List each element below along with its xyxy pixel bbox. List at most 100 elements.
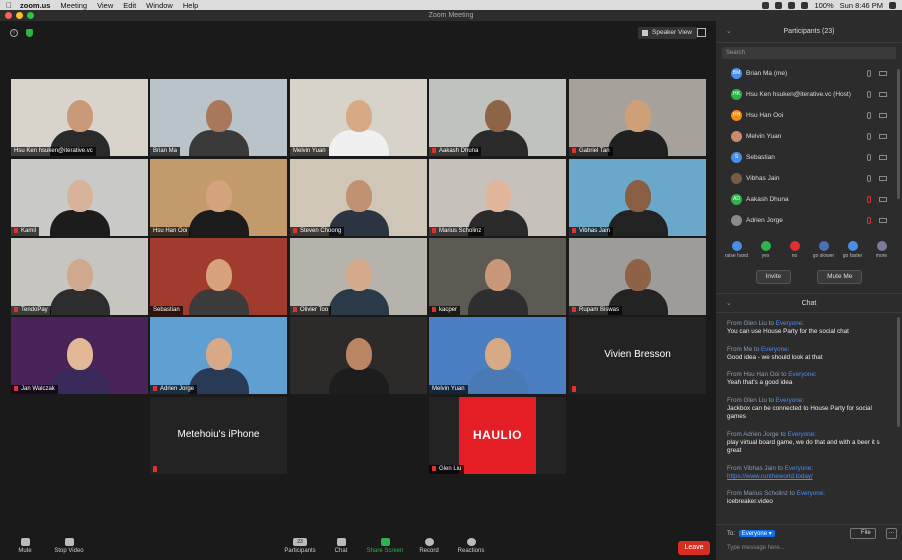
- leave-button[interactable]: Leave: [678, 541, 710, 555]
- chat-message-sender: From Vibhas Jain to Everyone:: [727, 464, 814, 472]
- menu-window[interactable]: Window: [146, 1, 173, 10]
- video-tile[interactable]: Aakash Dhuna: [429, 79, 566, 156]
- chat-message-input[interactable]: Type message here...: [727, 545, 785, 551]
- menu-view[interactable]: View: [97, 1, 113, 10]
- chat-message-text: Yeah that's a good idea: [727, 379, 793, 387]
- muted-mic-icon: [867, 217, 871, 224]
- video-tile[interactable]: Marius Scholinz: [429, 159, 566, 236]
- video-tile[interactable]: HAULIO Glen Liu: [429, 397, 566, 474]
- zoom-window-button[interactable]: [27, 12, 34, 19]
- camera-icon: [879, 71, 887, 76]
- chat-message-text: You can use House Party for the social c…: [727, 328, 849, 336]
- share-screen-button[interactable]: Share Screen: [362, 538, 408, 554]
- avatar: [731, 131, 742, 142]
- minimize-window-button[interactable]: [16, 12, 23, 19]
- chat-message-sender: From Hsu Han Ooi to Everyone:: [727, 371, 817, 379]
- apple-icon[interactable]: : [6, 1, 12, 10]
- menu-help[interactable]: Help: [183, 1, 198, 10]
- participant-name-label: Glen Liu: [429, 465, 465, 474]
- mute-button[interactable]: Mute: [2, 538, 48, 554]
- search-icon[interactable]: [889, 1, 896, 9]
- chat-message: From Hsu Han Ooi to Everyone: Yeah that's…: [727, 371, 892, 388]
- participant-row[interactable]: AD Aakash Dhuna: [716, 189, 902, 210]
- mute-me-button[interactable]: Mute Me: [817, 270, 863, 284]
- camera-icon: [879, 155, 887, 160]
- participant-row[interactable]: S Sebastian: [716, 147, 902, 168]
- feedback-icon: [760, 241, 771, 251]
- nonverbal-feedback-bar: raise hand yes no go slower go faster more: [716, 241, 902, 259]
- participant-name-label: Hsu Ken hsuken@iterative.vc: [11, 147, 96, 156]
- video-tile[interactable]: Melvin Yuan: [429, 317, 566, 394]
- participant-row[interactable]: HH Hsu Han Ooi: [716, 105, 902, 126]
- chat-message-text: Good idea - we should look at that: [727, 353, 823, 361]
- chat-more-button[interactable]: ...: [886, 528, 897, 539]
- recipient-row: To: Everyone ▾: [727, 530, 775, 537]
- volume-icon[interactable]: [801, 1, 809, 9]
- video-tile[interactable]: Jan Walczak: [11, 317, 148, 394]
- mic-icon: [867, 175, 871, 182]
- wifi-icon[interactable]: [788, 1, 796, 9]
- video-tile[interactable]: Hsu Ken hsuken@iterative.vc: [11, 79, 148, 156]
- participant-row[interactable]: HK Hsu Ken hsuken@iterative.vc (Host): [716, 84, 902, 105]
- feedback-no-button[interactable]: no: [782, 241, 808, 259]
- dropbox-icon[interactable]: [762, 1, 770, 9]
- close-window-button[interactable]: [5, 12, 12, 19]
- feedback-go-slower-button[interactable]: go slower: [811, 241, 837, 259]
- participant-row[interactable]: Adrien Jorge: [716, 210, 902, 231]
- video-tile[interactable]: Olivier Too: [290, 238, 427, 315]
- video-tile[interactable]: Brian Ma: [150, 79, 287, 156]
- chat-message-link[interactable]: https://www.runtheworld.today/: [727, 473, 892, 481]
- fullscreen-icon[interactable]: [697, 28, 706, 37]
- menu-app[interactable]: zoom.us: [20, 1, 50, 10]
- participant-video: [49, 174, 110, 236]
- feedback-yes-button[interactable]: yes: [753, 241, 779, 259]
- reactions-button[interactable]: Reactions: [448, 538, 494, 554]
- participants-button[interactable]: 23 Participants: [277, 538, 323, 554]
- menu-edit[interactable]: Edit: [123, 1, 136, 10]
- battery-percent[interactable]: 100%: [814, 1, 833, 10]
- security-shield-icon[interactable]: [26, 29, 33, 37]
- feedback-raise-hand-button[interactable]: raise hand: [724, 241, 750, 259]
- feedback-icon: [818, 241, 829, 251]
- chat-button[interactable]: Chat: [318, 538, 364, 554]
- stop-video-button[interactable]: Stop Video: [46, 538, 92, 554]
- menu-meeting[interactable]: Meeting: [60, 1, 87, 10]
- video-tile[interactable]: Hsu Han Ooi: [150, 159, 287, 236]
- clock[interactable]: Sun 8:46 PM: [840, 1, 883, 10]
- chat-message: From Me to Everyone: Good idea - we shoul…: [727, 346, 892, 363]
- video-tile[interactable]: Vivien Bresson: [569, 317, 706, 394]
- chat-scrollbar[interactable]: [897, 317, 900, 427]
- participant-row[interactable]: BM Brian Ma (me): [716, 63, 902, 84]
- file-button[interactable]: File: [850, 528, 876, 539]
- feedback-go-faster-button[interactable]: go faster: [840, 241, 866, 259]
- mac-menubar:  zoom.us Meeting View Edit Window Help …: [0, 0, 902, 10]
- participant-name-label: Vibhas Jain: [569, 227, 613, 236]
- record-button[interactable]: Record: [406, 538, 452, 554]
- collapse-participants-icon[interactable]: ⌄: [726, 21, 732, 43]
- participant-row[interactable]: Vibhas Jain: [716, 168, 902, 189]
- video-tile[interactable]: Vibhas Jain: [569, 159, 706, 236]
- video-tile[interactable]: Rupam Biswas: [569, 238, 706, 315]
- participant-row[interactable]: Melvin Yuan: [716, 126, 902, 147]
- video-tile[interactable]: TendoPay: [11, 238, 148, 315]
- video-tile[interactable]: Metehoiu's iPhone: [150, 397, 287, 474]
- speaker-view-button[interactable]: Speaker View: [638, 27, 697, 39]
- video-tile[interactable]: Steven Choong: [290, 159, 427, 236]
- microphone-icon: [20, 538, 30, 546]
- participants-scrollbar[interactable]: [897, 69, 900, 199]
- participant-search-input[interactable]: Search: [722, 47, 896, 59]
- video-tile[interactable]: Kamil: [11, 159, 148, 236]
- invite-button[interactable]: Invite: [755, 270, 792, 284]
- bluetooth-icon[interactable]: [775, 1, 783, 9]
- recipient-select[interactable]: Everyone ▾: [738, 530, 775, 537]
- video-tile[interactable]: Gabriel Tan: [569, 79, 706, 156]
- feedback-more-button[interactable]: more: [869, 241, 895, 259]
- video-tile[interactable]: Sebastian: [150, 238, 287, 315]
- video-tile[interactable]: Adrien Jorge: [150, 317, 287, 394]
- participant-name-label: Brian Ma: [150, 147, 181, 156]
- collapse-chat-icon[interactable]: ⌄: [726, 294, 732, 314]
- video-tile[interactable]: Melvin Yuan: [290, 79, 427, 156]
- video-tile[interactable]: [290, 317, 427, 394]
- video-tile[interactable]: kacper: [429, 238, 566, 315]
- info-icon[interactable]: i: [10, 29, 18, 37]
